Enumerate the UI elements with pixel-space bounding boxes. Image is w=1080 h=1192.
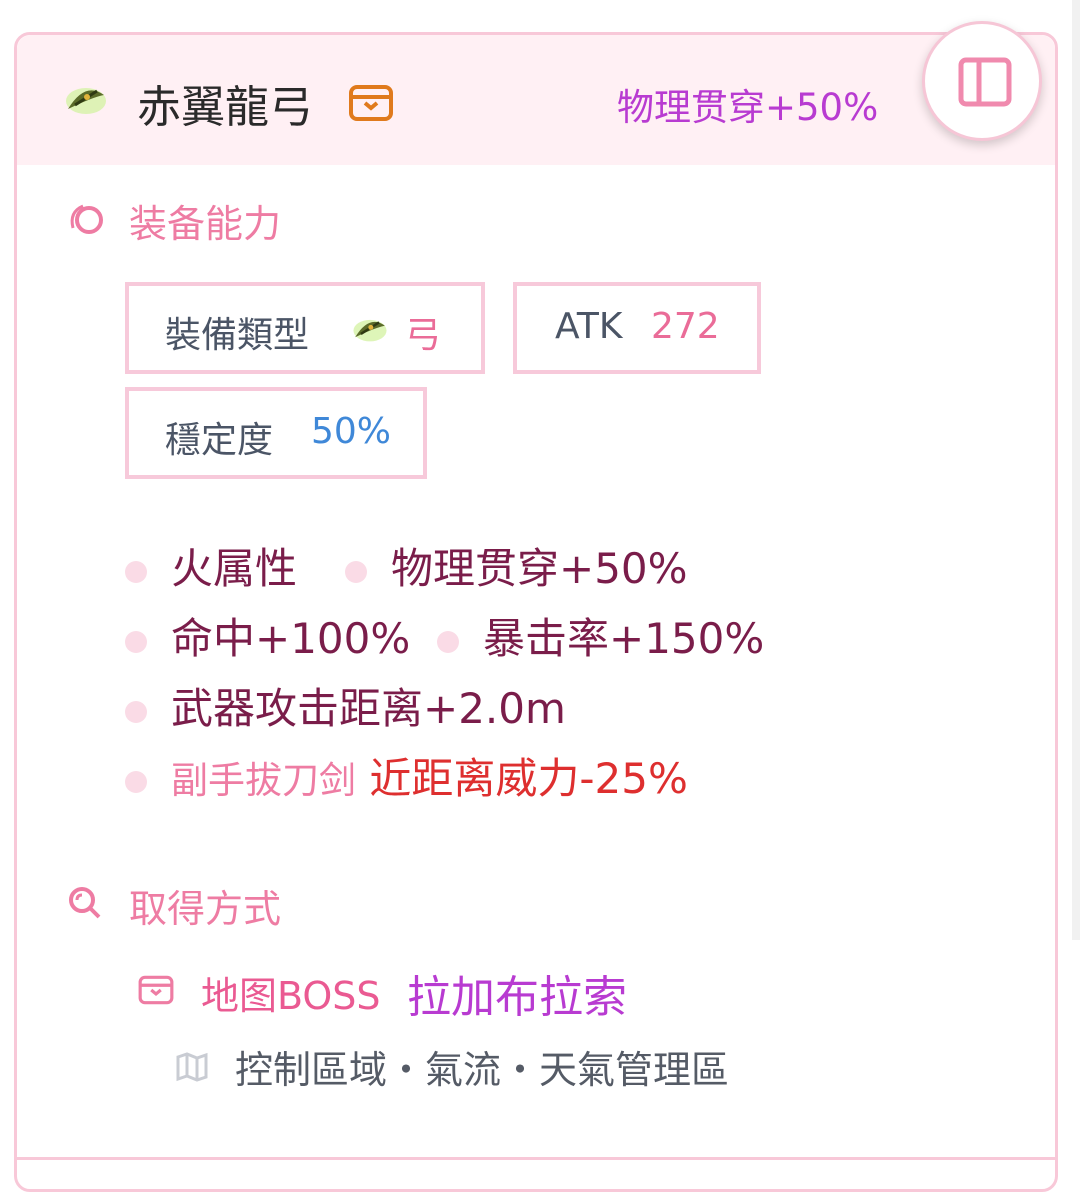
trait-bullet: [437, 631, 459, 653]
trait-bullet: [125, 631, 147, 653]
search-icon: [69, 887, 101, 919]
sidebar-panel-icon: [958, 57, 1012, 107]
stability-box: 穩定度 50%: [125, 387, 427, 479]
item-detail-card: 赤翼龍弓 物理贯穿+50% 装备能力 裝備類型 弓 ATK 272 穩定度 50…: [14, 21, 1058, 1192]
trait-bullet: [345, 561, 367, 583]
special-trait: 副手拔刀剑 近距离威力-25%: [171, 745, 688, 806]
location-text: 控制區域・氣流・天氣管理區: [235, 1048, 730, 1092]
trait-bullet: [125, 561, 147, 583]
atk-box: ATK 272: [513, 282, 761, 374]
bow-icon: [353, 319, 387, 342]
trait-item: 物理贯穿+50%: [391, 544, 688, 593]
item-header: 赤翼龍弓 物理贯穿+50%: [17, 21, 1055, 165]
ring-icon: [70, 204, 103, 234]
source-section-title: 取得方式: [129, 887, 282, 931]
header-stat: 物理贯穿+50%: [617, 86, 879, 129]
trait-item: 命中+100%: [171, 614, 411, 663]
special-trait-condition: 副手拔刀剑: [171, 759, 356, 802]
stability-value: 50%: [311, 411, 392, 452]
source-name-link[interactable]: 拉加布拉索: [407, 961, 627, 1025]
boss-chest-icon: [349, 85, 393, 121]
trait-bullet: [125, 771, 147, 793]
scrollbar-track[interactable]: [1072, 0, 1080, 940]
special-trait-effect: 近距离威力-25%: [369, 754, 688, 803]
source-type: 地图BOSS: [201, 974, 381, 1018]
trait-item: 武器攻击距离+2.0m: [171, 684, 566, 733]
map-icon: [176, 1052, 208, 1082]
toggle-panel-button[interactable]: [922, 21, 1042, 141]
atk-value: 272: [651, 306, 720, 347]
divider: [17, 1157, 1055, 1160]
equip-type-label: 裝備類型: [165, 315, 310, 356]
stability-label: 穩定度: [165, 420, 274, 461]
ability-section-title: 装备能力: [129, 202, 282, 246]
equip-type-box: 裝備類型 弓: [125, 282, 485, 374]
bow-icon: [66, 88, 106, 114]
atk-label: ATK: [555, 306, 623, 347]
boss-chest-icon: [138, 975, 174, 1005]
trait-bullet: [125, 701, 147, 723]
item-name: 赤翼龍弓: [137, 82, 313, 133]
equip-type-value: 弓: [405, 315, 442, 356]
trait-item: 火属性: [171, 544, 298, 593]
trait-item: 暴击率+150%: [483, 614, 765, 663]
